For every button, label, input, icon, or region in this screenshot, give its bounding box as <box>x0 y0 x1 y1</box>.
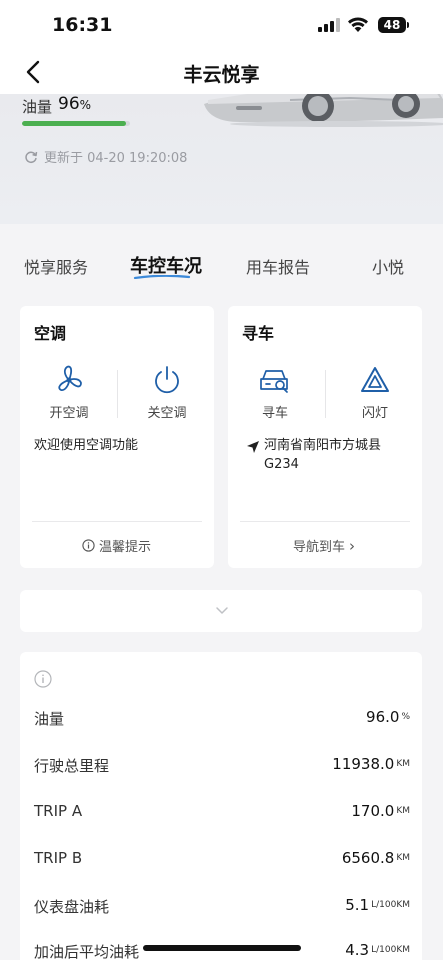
chevron-right-icon: › <box>349 536 356 555</box>
stat-value: 96.0% <box>366 708 410 726</box>
stat-label: 加油后平均油耗 <box>34 943 140 960</box>
stat-value: 6560.8 KM <box>341 849 410 867</box>
update-text: 更新于 04-20 19:20:08 <box>44 151 188 166</box>
stat-label: TRIP B <box>34 849 83 867</box>
find-car-button[interactable]: 寻车 <box>240 364 310 421</box>
ac-footer-divider <box>32 521 202 522</box>
find-car-footer-divider <box>240 521 410 522</box>
stat-row: 行驶总里程 11938.0 KM <box>34 753 410 781</box>
stat-label: 仪表盘油耗 <box>34 898 110 916</box>
stat-value: 4.3 L/100KM <box>345 941 410 959</box>
page-title: 丰云悦享 <box>183 64 260 86</box>
car-location-line1: 河南省南阳市方城县 <box>264 438 382 453</box>
stat-label: 油量 <box>34 710 65 728</box>
car-image <box>204 94 443 127</box>
stat-row: TRIP A 170.0 KM <box>34 800 410 828</box>
stat-value: 11938.0 KM <box>332 755 410 773</box>
cellular-signal-icon <box>318 18 340 32</box>
vehicle-hero: 油量 96% 更新于 04-20 19:20:08 <box>0 94 443 224</box>
ac-divider <box>117 370 118 418</box>
ac-card: 空调 开空调 关空调 欢迎使用空调功能 温馨提示 <box>20 306 214 568</box>
oil-level-fill <box>22 121 126 126</box>
battery-icon: 48 <box>378 17 406 33</box>
tab-active-underline <box>133 275 191 279</box>
fan-icon <box>58 365 82 391</box>
tab-usage-report[interactable]: 用车报告 <box>246 254 310 278</box>
refresh-icon[interactable] <box>24 150 38 164</box>
battery-cap <box>407 22 409 28</box>
tab-bar: 悦享服务 车控车况 用车报告 小悦 <box>0 224 443 300</box>
info-icon[interactable] <box>34 670 52 688</box>
ac-off-label: 关空调 <box>147 406 187 421</box>
stat-row: TRIP B 6560.8 KM <box>34 847 410 875</box>
status-bar: 16:31 48 <box>0 0 443 50</box>
ac-tips-link[interactable]: 温馨提示 <box>82 536 151 555</box>
hazard-icon <box>361 367 389 392</box>
stat-value: 5.1 L/100KM <box>345 896 410 914</box>
ac-message: 欢迎使用空调功能 <box>34 438 139 453</box>
stat-label: 行驶总里程 <box>34 757 110 775</box>
find-car-title: 寻车 <box>242 324 275 343</box>
update-time[interactable]: 更新于 04-20 19:20:08 <box>24 147 187 166</box>
wifi-icon <box>348 17 368 32</box>
find-car-label: 寻车 <box>261 406 288 421</box>
find-car-card: 寻车 寻车 闪灯 河南省南阳市方城县 G234 导航到车 › <box>228 306 422 568</box>
tab-xiaoyue[interactable]: 小悦 <box>372 254 404 278</box>
oil-level-bar <box>22 121 130 126</box>
stat-value: 170.0 KM <box>351 802 410 820</box>
navigate-to-car-link[interactable]: 导航到车 › <box>293 536 356 556</box>
info-icon <box>82 539 95 552</box>
car-location-line2: G234 <box>264 457 299 472</box>
flash-lights-button[interactable]: 闪灯 <box>340 364 410 421</box>
power-icon <box>155 366 179 394</box>
ac-tips-label: 温馨提示 <box>99 540 152 555</box>
stat-row: 油量 96.0% <box>34 706 410 734</box>
nav-bar: 丰云悦享 <box>0 50 443 94</box>
ac-card-title: 空调 <box>34 324 67 343</box>
car-search-icon <box>260 370 288 393</box>
chevron-down-icon[interactable] <box>215 606 229 615</box>
find-car-divider <box>325 370 326 418</box>
tab-yuexiang-service[interactable]: 悦享服务 <box>24 254 88 278</box>
home-indicator[interactable] <box>143 945 301 951</box>
location-arrow-icon <box>247 441 259 453</box>
ac-off-button[interactable]: 关空调 <box>132 364 202 421</box>
oil-value: 96% <box>58 94 92 114</box>
oil-label: 油量 <box>22 98 53 116</box>
status-time: 16:31 <box>52 14 113 36</box>
stat-row: 仪表盘油耗 5.1 L/100KM <box>34 894 410 922</box>
stat-label: TRIP A <box>34 802 83 820</box>
ac-on-label: 开空调 <box>49 406 89 421</box>
flash-lights-label: 闪灯 <box>361 406 388 421</box>
navigate-to-car-label: 导航到车 <box>293 540 346 555</box>
expand-panel[interactable] <box>20 590 422 632</box>
ac-on-button[interactable]: 开空调 <box>34 364 104 421</box>
